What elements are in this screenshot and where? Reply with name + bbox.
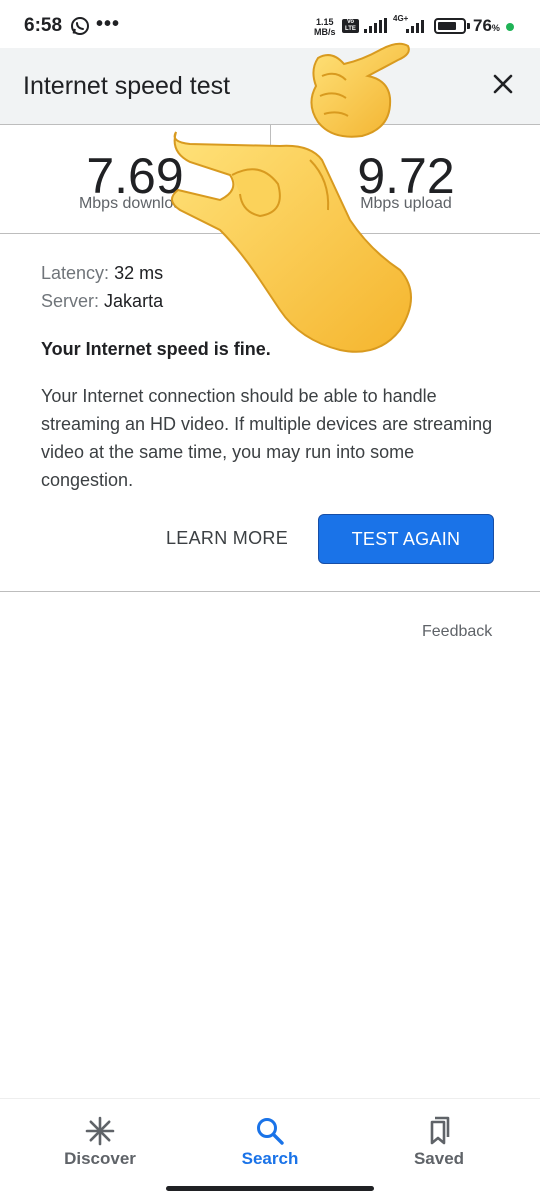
latency-key: Latency: [41, 263, 110, 283]
network-speed-unit: MB/s [314, 27, 336, 37]
asterisk-icon [85, 1116, 115, 1146]
status-bar: 6:58 ••• 1.15 MB/s Vo LTE 4G+ 76% [0, 0, 540, 52]
speed-test-header: Internet speed test [0, 48, 540, 124]
bookmarks-icon [430, 1116, 450, 1145]
bottom-navigation: Discover Search Saved [0, 1098, 540, 1200]
volte-icon: Vo LTE [342, 19, 359, 33]
more-notifications-icon: ••• [96, 13, 121, 35]
nav-label-search: Search [241, 1149, 299, 1168]
signal-icon-secondary [406, 20, 424, 33]
close-icon[interactable] [486, 67, 520, 101]
server-line: Server: Jakarta [41, 291, 163, 312]
network-speed: 1.15 MB/s [314, 17, 336, 37]
pointing-hand-emoji [310, 42, 410, 138]
status-time: 6:58 [24, 15, 63, 36]
feedback-link[interactable]: Feedback [422, 623, 492, 641]
learn-more-button[interactable]: LEARN MORE [156, 514, 298, 562]
test-again-button[interactable]: TEST AGAIN [318, 514, 494, 564]
network-speed-value: 1.15 [315, 17, 334, 27]
page-title: Internet speed test [23, 72, 231, 100]
pinching-hand-emoji [171, 131, 412, 353]
nav-label-discover: Discover [64, 1149, 136, 1168]
battery-unit: % [491, 23, 500, 33]
home-indicator[interactable] [166, 1186, 374, 1191]
battery-icon [434, 18, 466, 34]
latency-line: Latency: 32 ms [41, 263, 163, 284]
signal-icon [364, 18, 387, 33]
privacy-indicator-dot [506, 23, 514, 31]
nav-label-saved: Saved [413, 1149, 465, 1168]
nav-item-saved[interactable]: Saved [374, 1099, 504, 1189]
speed-description: Your Internet connection should be able … [41, 386, 493, 490]
search-icon [257, 1118, 284, 1145]
server-key: Server: [41, 291, 100, 311]
server-value: Jakarta [104, 291, 164, 311]
battery-tip [467, 23, 470, 29]
nav-item-discover[interactable]: Discover [35, 1099, 165, 1189]
battery-percent: 76% [473, 16, 500, 36]
battery-fill [438, 22, 456, 30]
whatsapp-icon [71, 17, 89, 35]
battery-value: 76 [473, 16, 492, 35]
latency-value: 32 ms [114, 263, 164, 283]
nav-item-search[interactable]: Search [205, 1099, 335, 1189]
